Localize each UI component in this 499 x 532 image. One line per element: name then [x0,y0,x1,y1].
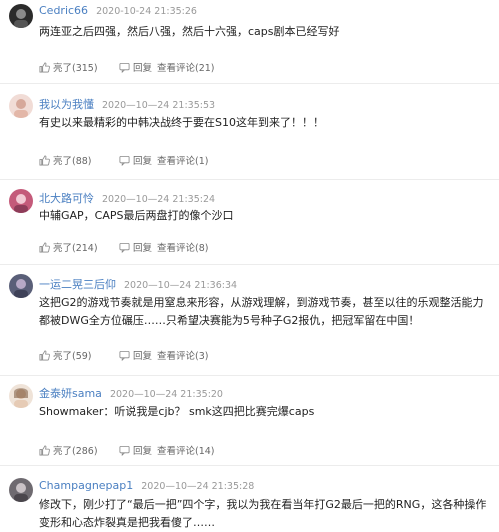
like-count: 亮了(214) [53,243,98,254]
comment-text: 中辅GAP，CAPS最后两盘打的像个沙口 [39,209,234,222]
comment-item: 一运二晃三后仰 2020—10—24 21:36:34 这把G2的游戏节奏就是用窒… [0,265,499,376]
timestamp: 2020—10—24 21:35:20 [109,389,223,400]
avatar[interactable] [9,4,33,28]
comment-header: 我以为我懂 2020—10—24 21:35:53 [39,96,215,112]
comment-text: 有史以来最精彩的中韩决战终于要在S10这年到来了！！！ [39,116,324,129]
thumbs-up-icon [39,62,50,72]
comment-header: 一运二晃三后仰 2020—10—24 21:36:34 [39,276,237,292]
thumbs-up-icon [39,242,50,252]
view-comments-link[interactable]: 查看评论(8) [157,240,208,254]
avatar[interactable] [9,274,33,298]
avatar[interactable] [9,384,33,408]
comment-item: Cedric66 2020-10-24 21:35:26 两连亚之后四强，然后八强… [0,0,499,84]
like-button[interactable]: 亮了(286) [39,443,119,457]
comment-actions: 亮了(88) 回复 查看评论(1) [39,153,208,167]
comment-actions: 亮了(214) 回复 查看评论(8) [39,240,208,254]
comment-text: 两连亚之后四强，然后八强，然后十六强，caps剧本已经写好 [39,25,340,38]
view-comments-link[interactable]: 查看评论(14) [157,443,215,457]
view-comments-link[interactable]: 查看评论(21) [157,60,215,74]
avatar[interactable] [9,478,33,502]
reply-button[interactable]: 回复 [119,153,157,167]
comment-item: 北大路可怜 2020—10—24 21:35:24 中辅GAP，CAPS最后两盘打… [0,180,499,265]
view-comments-link[interactable]: 查看评论(1) [157,153,208,167]
username-link[interactable]: Champagnepap1 [39,479,133,492]
comment-header: Champagnepap1 2020—10—24 21:35:28 [39,479,254,492]
comment-actions: 亮了(315) 回复 查看评论(21) [39,60,215,74]
reply-button[interactable]: 回复 [119,443,157,457]
comment-feed: Cedric66 2020-10-24 21:35:26 两连亚之后四强，然后八强… [0,0,499,532]
timestamp: 2020—10—24 21:36:34 [124,280,238,291]
comment-header: 北大路可怜 2020—10—24 21:35:24 [39,190,215,206]
comment-text: 这把G2的游戏节奏就是用窒息来形容，从游戏理解，到游戏节奏，甚至以往的乐观整活能… [39,296,484,327]
comment-text: Showmaker：听说我是cjb？ smk这四把比赛完爆caps [39,405,315,418]
username-link[interactable]: 我以为我懂 [39,98,94,111]
like-button[interactable]: 亮了(214) [39,240,119,254]
comment-item: 我以为我懂 2020—10—24 21:35:53 有史以来最精彩的中韩决战终于要… [0,84,499,180]
like-button[interactable]: 亮了(315) [39,60,119,74]
comment-text: 修改下，刚少打了“最后一把”四个字，我以为我在看当年打G2最后一把的RNG，这各… [39,498,487,529]
comment-item: Champagnepap1 2020—10—24 21:35:28 修改下，刚少打… [0,466,499,532]
reply-icon [119,350,130,361]
reply-label: 回复 [133,243,153,254]
like-count: 亮了(286) [53,446,98,457]
username-link[interactable]: 金泰妍sama [39,387,102,400]
view-comments-link[interactable]: 查看评论(3) [157,348,208,362]
avatar[interactable] [9,189,33,213]
reply-button[interactable]: 回复 [119,348,157,362]
like-count: 亮了(59) [53,351,92,362]
like-button[interactable]: 亮了(88) [39,153,119,167]
thumbs-up-icon [39,445,50,455]
like-count: 亮了(315) [53,63,98,74]
comment-header: Cedric66 2020-10-24 21:35:26 [39,4,197,17]
like-count: 亮了(88) [53,156,92,167]
avatar[interactable] [9,94,33,118]
reply-label: 回复 [133,63,153,74]
reply-icon [119,155,130,166]
reply-button[interactable]: 回复 [119,240,157,254]
reply-icon [119,445,130,456]
timestamp: 2020—10—24 21:35:24 [102,194,216,205]
reply-button[interactable]: 回复 [119,60,157,74]
thumbs-up-icon [39,350,50,360]
comment-actions: 亮了(59) 回复 查看评论(3) [39,348,208,362]
thumbs-up-icon [39,155,50,165]
timestamp: 2020—10—24 21:35:28 [141,481,255,492]
timestamp: 2020-10-24 21:35:26 [96,6,197,17]
reply-label: 回复 [133,351,153,362]
reply-label: 回复 [133,156,153,167]
username-link[interactable]: 一运二晃三后仰 [39,278,116,291]
comment-header: 金泰妍sama 2020—10—24 21:35:20 [39,385,223,401]
reply-icon [119,242,130,253]
username-link[interactable]: Cedric66 [39,4,88,17]
comment-actions: 亮了(286) 回复 查看评论(14) [39,443,215,457]
reply-icon [119,62,130,73]
timestamp: 2020—10—24 21:35:53 [102,100,216,111]
reply-label: 回复 [133,446,153,457]
comment-item: 金泰妍sama 2020—10—24 21:35:20 Showmaker：听说我… [0,376,499,466]
username-link[interactable]: 北大路可怜 [39,192,94,205]
like-button[interactable]: 亮了(59) [39,348,119,362]
